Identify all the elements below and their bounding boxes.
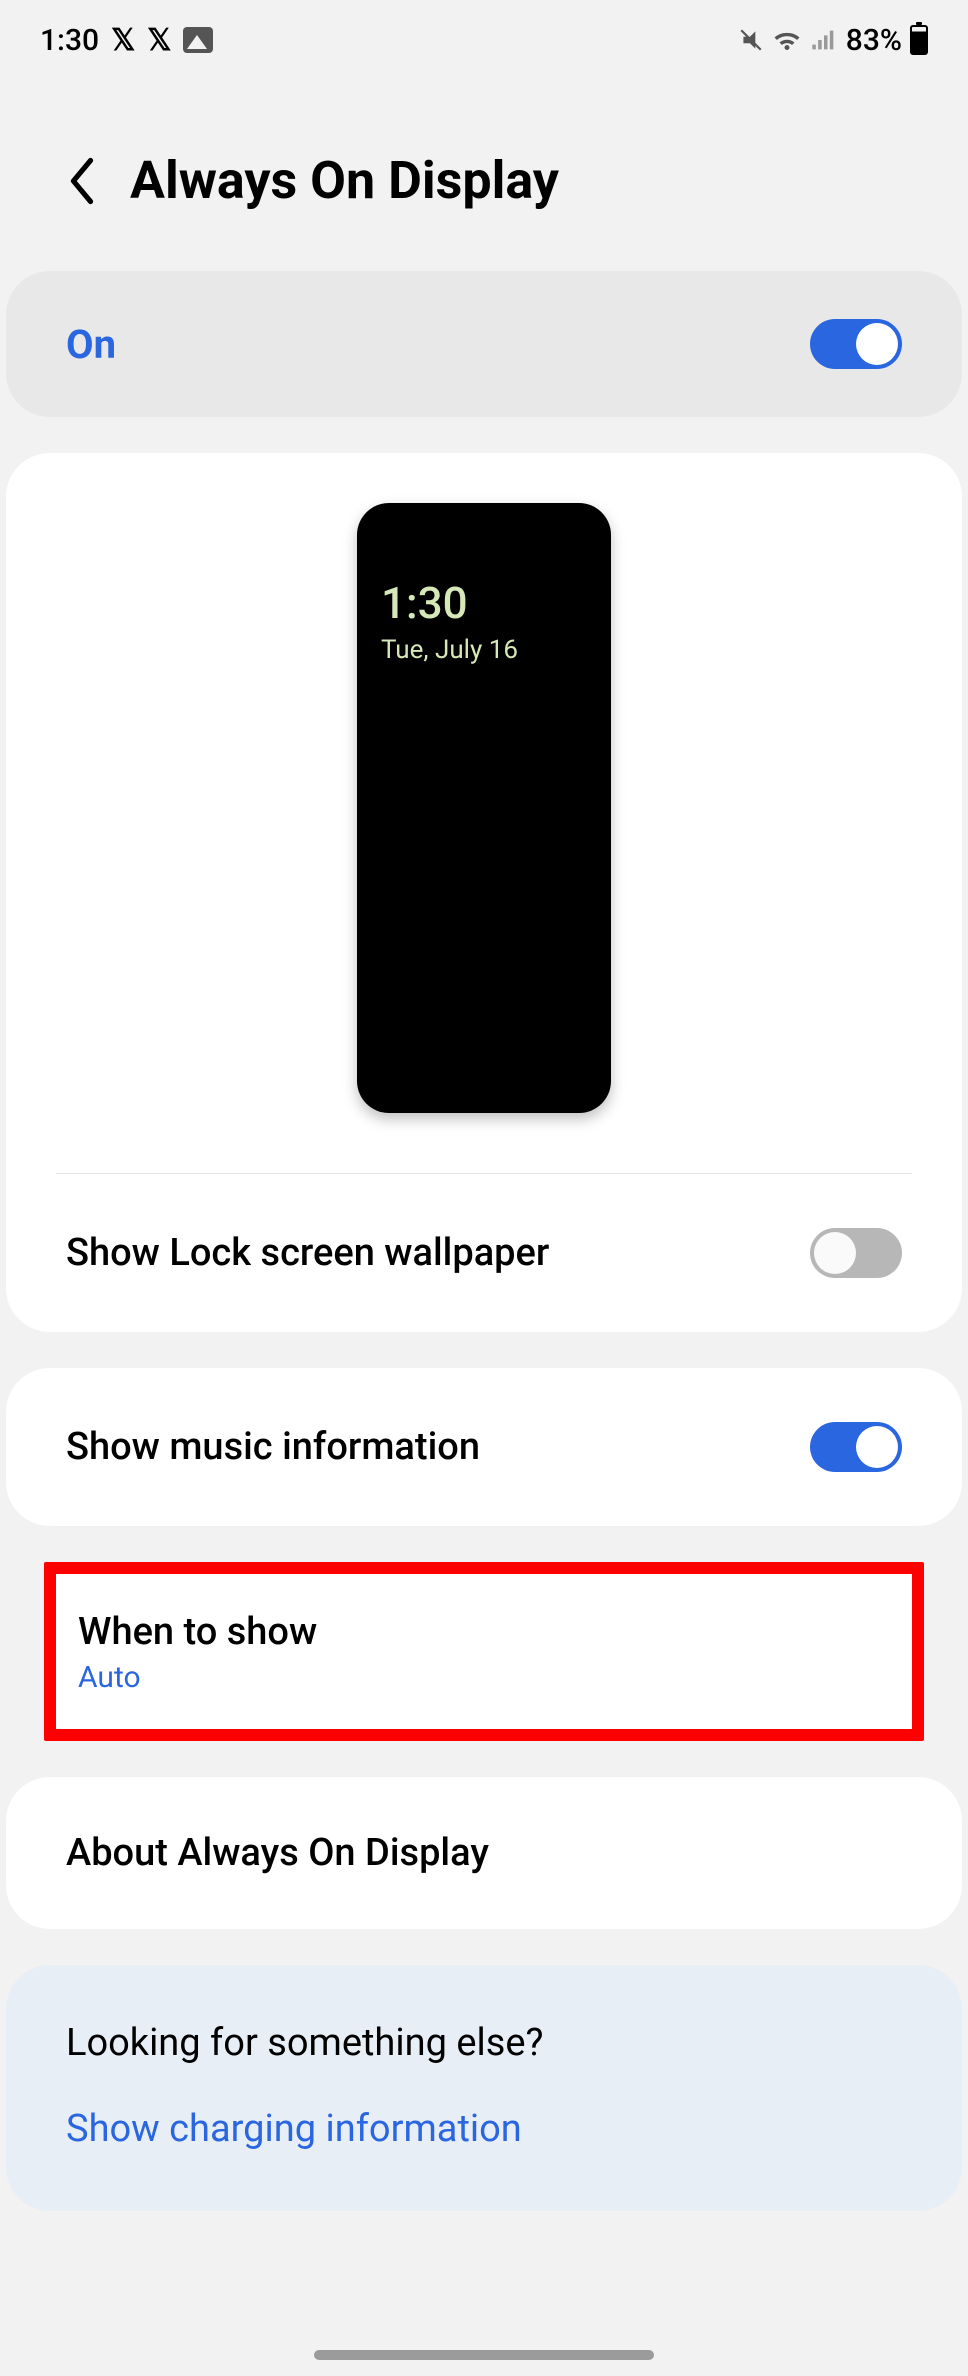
preview-card: 1:30 Tue, July 16 Show Lock screen wallp… [6,453,962,1332]
status-right: 83% [738,23,928,58]
show-wallpaper-label: Show Lock screen wallpaper [66,1231,549,1275]
looking-for-title: Looking for something else? [6,1965,962,2091]
show-wallpaper-toggle[interactable] [810,1228,902,1278]
page-header: Always On Display [0,80,968,271]
about-label: About Always On Display [66,1831,489,1875]
navigation-handle[interactable] [314,2350,654,2360]
back-button[interactable] [64,163,100,199]
wifi-icon [772,27,802,53]
show-music-toggle[interactable] [810,1422,902,1472]
status-bar: 1:30 𝕏 𝕏 83% [0,0,968,80]
master-toggle-card: On [6,271,962,417]
phone-mockup: 1:30 Tue, July 16 [357,503,611,1113]
cellular-signal-icon [810,27,838,53]
battery-percentage: 83% [846,23,902,58]
master-toggle-row[interactable]: On [6,271,962,417]
aod-preview[interactable]: 1:30 Tue, July 16 [6,503,962,1173]
show-wallpaper-row[interactable]: Show Lock screen wallpaper [6,1174,962,1332]
show-music-card: Show music information [6,1368,962,1526]
master-toggle-switch[interactable] [810,319,902,369]
show-music-label: Show music information [66,1425,480,1469]
looking-for-card: Looking for something else? Show chargin… [6,1965,962,2211]
status-time: 1:30 [40,23,99,58]
when-to-show-card: When to show Auto [56,1574,912,1729]
show-music-row[interactable]: Show music information [6,1368,962,1526]
highlight-box: When to show Auto [44,1562,924,1741]
when-to-show-label: When to show [78,1610,317,1654]
preview-time: 1:30 [381,577,587,629]
show-charging-info-link[interactable]: Show charging information [6,2091,962,2211]
notification-x-icon: 𝕏 [147,23,171,58]
about-card: About Always On Display [6,1777,962,1929]
page-title: Always On Display [130,150,559,211]
when-to-show-value: Auto [78,1660,317,1695]
status-left: 1:30 𝕏 𝕏 [40,23,213,58]
when-to-show-row[interactable]: When to show Auto [56,1574,912,1729]
notification-picture-icon [183,27,213,53]
mute-icon [738,27,764,53]
about-row[interactable]: About Always On Display [6,1777,962,1929]
preview-date: Tue, July 16 [381,635,587,665]
notification-x-icon: 𝕏 [111,23,135,58]
battery-icon [910,25,928,55]
master-toggle-label: On [66,321,116,368]
